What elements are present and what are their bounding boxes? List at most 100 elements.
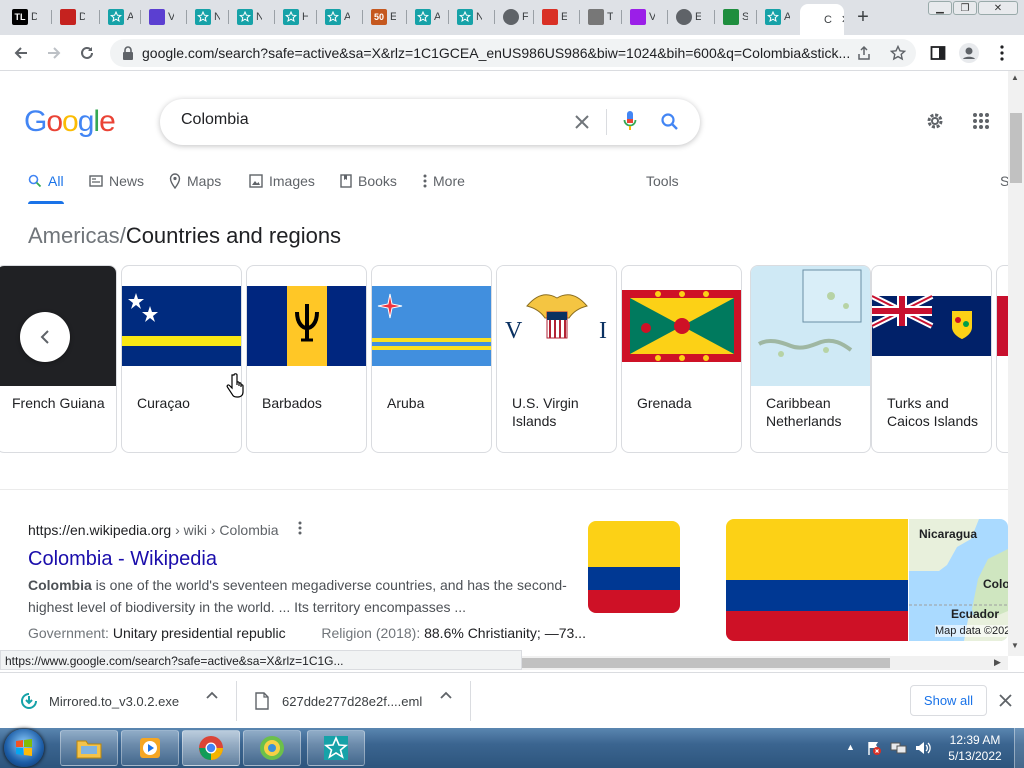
profile-button[interactable]: [957, 41, 981, 65]
clear-icon[interactable]: [574, 114, 590, 130]
share-icon[interactable]: [856, 45, 872, 61]
side-panel-button[interactable]: [926, 41, 950, 65]
browser-tab[interactable]: N: [452, 6, 482, 28]
close-tab-icon[interactable]: ✕: [841, 13, 844, 26]
browser-menu-button[interactable]: [990, 41, 1014, 65]
restore-button[interactable]: ❐: [953, 1, 977, 15]
taskbar-star-app[interactable]: [307, 730, 365, 766]
vertical-scrollbar[interactable]: ▲ ▼: [1008, 71, 1024, 656]
download-chevron-up-icon[interactable]: [440, 691, 452, 699]
browser-tab[interactable]: E: [537, 6, 567, 28]
country-card[interactable]: V I U.S. Virgin Islands: [496, 265, 617, 453]
fact-government-value[interactable]: Unitary presidential republic: [113, 625, 286, 641]
show-hidden-icons-chevron[interactable]: ▲: [846, 742, 855, 752]
volume-icon[interactable]: [914, 740, 932, 756]
country-card[interactable]: French Guiana: [0, 265, 117, 453]
tab-title: A: [784, 11, 790, 23]
browser-tab[interactable]: H: [278, 6, 308, 28]
horizontal-scrollbar[interactable]: ▶: [522, 656, 1008, 670]
carousel-prev-button[interactable]: [20, 312, 70, 362]
tab-title: S: [742, 11, 748, 23]
search-box[interactable]: Colombia: [160, 99, 700, 145]
tab-news[interactable]: News: [89, 171, 144, 191]
browser-tab[interactable]: T: [583, 6, 613, 28]
country-card[interactable]: Turks and Caicos Islands: [871, 265, 992, 453]
browser-tab[interactable]: V: [625, 6, 655, 28]
google-logo[interactable]: Google: [24, 105, 116, 139]
search-query[interactable]: Colombia: [181, 111, 249, 129]
search-icon[interactable]: [660, 112, 680, 132]
tab-all[interactable]: All: [28, 171, 64, 191]
browser-tab[interactable]: N: [232, 6, 262, 28]
download-chevron-up-icon[interactable]: [206, 691, 218, 699]
browser-tab[interactable]: 50 E: [366, 6, 396, 28]
tab-images[interactable]: Images: [249, 171, 315, 191]
browser-tab[interactable]: V: [144, 6, 174, 28]
country-card[interactable]: Curaçao: [121, 265, 242, 453]
country-card[interactable]: Caribbean Netherlands: [750, 265, 871, 453]
knowledge-panel-flag[interactable]: [726, 519, 908, 641]
link-status-bar: https://www.google.com/search?safe=activ…: [0, 650, 522, 670]
taskbar-media-player[interactable]: [121, 730, 179, 766]
network-icon[interactable]: [890, 740, 908, 756]
result-options-button[interactable]: [298, 521, 302, 535]
show-all-downloads-button[interactable]: Show all: [910, 685, 987, 716]
action-center-flag-icon[interactable]: [866, 740, 882, 756]
tab-books[interactable]: Books: [340, 171, 397, 191]
reload-button[interactable]: [75, 41, 99, 65]
browser-tab[interactable]: A: [320, 6, 350, 28]
country-card[interactable]: Grenada: [621, 265, 742, 453]
vertical-scroll-thumb[interactable]: [1010, 113, 1022, 183]
browser-tab[interactable]: A: [760, 6, 790, 28]
country-card-partial[interactable]: [996, 265, 1008, 453]
horizontal-scroll-thumb[interactable]: [522, 658, 890, 668]
close-shelf-icon[interactable]: [999, 694, 1012, 707]
tools-button[interactable]: Tools: [646, 171, 679, 191]
taskbar-chrome[interactable]: [182, 730, 240, 766]
new-tab-button[interactable]: +: [852, 6, 874, 28]
download-item[interactable]: 627dde277d28e2f....eml: [255, 673, 465, 729]
minimize-button[interactable]: ▁: [928, 1, 952, 15]
start-button[interactable]: [4, 729, 44, 767]
browser-tab[interactable]: A: [410, 6, 440, 28]
tab-maps[interactable]: Maps: [169, 171, 221, 191]
browser-tab[interactable]: C✕: [800, 4, 844, 35]
back-button[interactable]: [9, 41, 33, 65]
country-card[interactable]: Aruba: [371, 265, 492, 453]
star-logo-icon: [283, 9, 299, 25]
breadcrumb-parent[interactable]: Americas: [28, 223, 120, 248]
browser-tab[interactable]: TL D: [7, 6, 37, 28]
image-icon: [249, 174, 263, 188]
result-facts: Government: Unitary presidential republi…: [28, 625, 586, 641]
browser-tab[interactable]: F: [498, 6, 528, 28]
microphone-icon[interactable]: [623, 110, 637, 132]
google-apps-icon[interactable]: [972, 112, 990, 130]
browser-tab[interactable]: S: [718, 6, 748, 28]
scroll-down-arrow-icon[interactable]: ▼: [1011, 641, 1019, 650]
address-bar[interactable]: google.com/search?safe=active&sa=X&rlz=1…: [110, 39, 916, 67]
close-window-button[interactable]: ✕: [978, 1, 1018, 15]
result-title-link[interactable]: Colombia - Wikipedia: [28, 548, 217, 571]
browser-tab[interactable]: D: [55, 6, 85, 28]
scroll-up-arrow-icon[interactable]: ▲: [1011, 73, 1019, 82]
show-desktop-button[interactable]: [1014, 728, 1024, 768]
result-url[interactable]: https://en.wikipedia.org › wiki › Colomb…: [28, 522, 279, 538]
bookmark-star-icon[interactable]: [890, 45, 906, 61]
knowledge-panel-map[interactable]: Nicaragua Colo Ecuador Map data ©2022: [909, 519, 1008, 641]
download-item[interactable]: Mirrored.to_v3.0.2.exe: [20, 673, 230, 729]
forward-button[interactable]: [42, 41, 66, 65]
settings-gear-icon[interactable]: [924, 110, 946, 132]
tab-separator: [448, 10, 449, 24]
result-flag-thumbnail[interactable]: [588, 521, 680, 613]
safesearch-partial[interactable]: S: [1000, 171, 1008, 191]
browser-tab[interactable]: N: [190, 6, 220, 28]
system-clock[interactable]: 12:39 AM 5/13/2022: [940, 732, 1010, 764]
taskbar-app-swirl[interactable]: [243, 730, 301, 766]
svg-text:I: I: [599, 318, 607, 344]
browser-tab[interactable]: E: [671, 6, 701, 28]
country-card[interactable]: Barbados: [246, 265, 367, 453]
scroll-right-arrow-icon[interactable]: ▶: [994, 657, 1001, 668]
browser-tab[interactable]: A: [103, 6, 133, 28]
tab-more[interactable]: More: [423, 171, 465, 191]
taskbar-explorer[interactable]: [60, 730, 118, 766]
